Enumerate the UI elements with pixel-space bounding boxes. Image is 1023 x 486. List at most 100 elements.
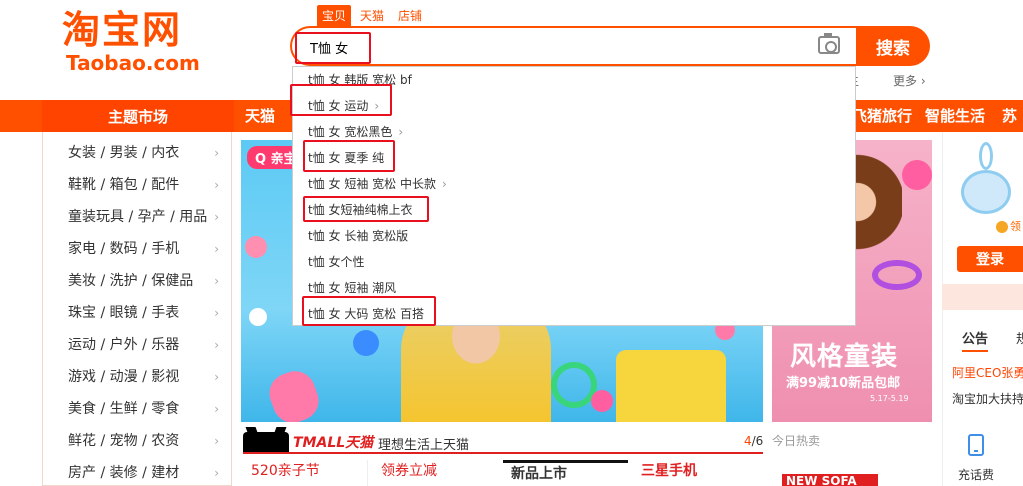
recharge-link[interactable]: 充话费 xyxy=(958,466,994,483)
category-label: 女装 / 男装 / 内衣 xyxy=(68,145,180,161)
chevron-right-icon: › xyxy=(214,242,219,256)
nav-tmall[interactable]: 天猫 xyxy=(245,100,275,132)
suggestion-item[interactable]: t恤 女 短袖 宽松 中长款 › xyxy=(293,171,855,197)
phone-icon[interactable] xyxy=(968,434,984,456)
nav-suning[interactable]: 苏宁 xyxy=(1002,100,1023,157)
search-tabs: 宝贝 天猫 店铺 xyxy=(317,5,431,27)
nav-smart-life[interactable]: 智能生活 xyxy=(925,100,985,132)
suggestion-item[interactable]: t恤 女 宽松黑色 › xyxy=(293,119,855,145)
right-banner-subtitle: 满99减10新品包邮 xyxy=(786,376,901,391)
category-item[interactable]: 美妆 / 洗护 / 保健品 › xyxy=(43,265,231,297)
nav-theme-market[interactable]: 主题市场 xyxy=(42,100,234,132)
category-label: 家电 / 数码 / 手机 xyxy=(68,241,180,257)
category-item[interactable]: 珠宝 / 眼镜 / 手表 › xyxy=(43,297,231,329)
hot-today-label: 今日热卖 xyxy=(772,434,821,448)
suggestion-text: t恤 女 长袖 宽松版 xyxy=(308,229,409,243)
suggestion-item[interactable]: t恤 女 短袖 潮风 xyxy=(293,275,855,301)
coin-icon xyxy=(996,221,1008,233)
search-suggestions: t恤 女 韩版 宽松 bf t恤 女 运动 › t恤 女 宽松黑色 › t恤 女 夏… xyxy=(292,66,856,326)
chevron-right-icon: › xyxy=(398,125,404,139)
chevron-right-icon: › xyxy=(441,177,447,191)
mascot-antenna xyxy=(979,142,993,170)
tab-shop[interactable]: 店铺 xyxy=(393,5,427,27)
tab-tmall[interactable]: 天猫 xyxy=(355,5,389,27)
category-label: 运动 / 户外 / 乐器 xyxy=(68,337,180,353)
right-banner-title: 风格童装 xyxy=(790,342,899,372)
category-item[interactable]: 家电 / 数码 / 手机 › xyxy=(43,233,231,265)
chevron-right-icon: › xyxy=(214,402,219,416)
category-label: 鲜花 / 宠物 / 农资 xyxy=(68,433,180,449)
suggestion-text: t恤 女短袖纯棉上衣 xyxy=(308,203,413,217)
suggestion-item[interactable]: t恤 女 夏季 纯 xyxy=(293,145,855,171)
promo-item[interactable]: 520亲子节 xyxy=(243,460,368,486)
suggestion-text: t恤 女 夏季 纯 xyxy=(308,151,385,165)
chevron-right-icon: › xyxy=(214,274,219,288)
suggestion-item[interactable]: t恤 女短袖纯棉上衣 xyxy=(293,197,855,223)
tmall-logo-text: TMALL天猫 xyxy=(293,435,374,451)
coin-link[interactable]: 领 xyxy=(996,218,1021,234)
chevron-right-icon: › xyxy=(214,210,219,224)
promo-item[interactable]: 新品上市 xyxy=(503,460,628,486)
category-item[interactable]: 鲜花 / 宠物 / 农资 › xyxy=(43,425,231,457)
logo-en: Taobao.com xyxy=(66,51,200,75)
tab-rules[interactable]: 规 xyxy=(1016,328,1023,347)
pager-total: /6 xyxy=(751,434,764,448)
category-item[interactable]: 游戏 / 动漫 / 影视 › xyxy=(43,361,231,393)
notice-link[interactable]: 阿里CEO张勇 xyxy=(952,364,1023,381)
user-panel-strip xyxy=(942,284,1023,310)
decor-ball xyxy=(245,236,267,258)
more-link-label: 更多 xyxy=(893,74,918,88)
category-item[interactable]: 房产 / 装修 / 建材 › xyxy=(43,457,231,486)
category-item[interactable]: 童装玩具 / 孕产 / 用品 › xyxy=(43,201,231,233)
category-sidebar: 女装 / 男装 / 内衣 › 鞋靴 / 箱包 / 配件 › 童装玩具 / 孕产 / … xyxy=(42,132,232,486)
category-label: 童装玩具 / 孕产 / 用品 xyxy=(68,209,208,225)
suggestion-item[interactable]: t恤 女 韩版 宽松 bf xyxy=(293,67,855,93)
suggestion-text: t恤 女 大码 宽松 百搭 xyxy=(308,307,424,321)
suggestion-item[interactable]: t恤 女 长袖 宽松版 xyxy=(293,223,855,249)
suggestion-text: t恤 女 运动 xyxy=(308,99,369,113)
suggestion-item[interactable]: t恤 女个性 xyxy=(293,249,855,275)
tmall-pager: 4/6 xyxy=(744,434,763,448)
category-label: 房产 / 装修 / 建材 xyxy=(68,465,180,481)
right-banner-date: 5.17-5.19 xyxy=(870,394,909,403)
category-label: 美食 / 生鲜 / 零食 xyxy=(68,401,180,417)
suggestion-item[interactable]: t恤 女 运动 › xyxy=(293,93,855,119)
category-label: 珠宝 / 眼镜 / 手表 xyxy=(68,305,180,321)
more-link[interactable]: 更多 › xyxy=(893,72,926,89)
taobao-logo[interactable]: 淘宝网 Taobao.com xyxy=(62,8,212,76)
tmall-divider xyxy=(243,452,763,454)
camera-icon[interactable] xyxy=(818,33,840,54)
chevron-right-icon: › xyxy=(920,74,926,88)
tab-baobei[interactable]: 宝贝 xyxy=(317,5,352,27)
tab-notice[interactable]: 公告 xyxy=(962,328,989,352)
decor-ball xyxy=(353,330,379,356)
nav-fliggy[interactable]: 飞猪旅行 xyxy=(852,100,912,132)
notice-link[interactable]: 淘宝加大扶持 xyxy=(952,390,1023,407)
chevron-right-icon: › xyxy=(214,178,219,192)
category-label: 鞋靴 / 箱包 / 配件 xyxy=(68,177,180,193)
login-button[interactable]: 登录 xyxy=(957,246,1023,272)
category-label: 游戏 / 动漫 / 影视 xyxy=(68,369,180,385)
category-item[interactable]: 美食 / 生鲜 / 零食 › xyxy=(43,393,231,425)
coin-text: 领 xyxy=(1010,220,1021,233)
suggestion-item[interactable]: t恤 女 大码 宽松 百搭 xyxy=(293,301,855,327)
logo-cn: 淘宝网 xyxy=(62,8,183,52)
tmall-slogan: 理想生活上天猫 xyxy=(378,438,470,453)
chevron-right-icon: › xyxy=(214,434,219,448)
suggestion-text: t恤 女个性 xyxy=(308,255,365,269)
chevron-right-icon: › xyxy=(214,146,219,160)
banner-shirt-image xyxy=(616,350,726,422)
search-button[interactable]: 搜索 xyxy=(856,26,930,66)
decor-ball xyxy=(902,160,932,190)
tmall-logo[interactable]: TMALL天猫 xyxy=(243,432,373,452)
promo-item[interactable]: 领券立减 xyxy=(373,460,498,486)
mascot-head xyxy=(961,170,1011,214)
search-input[interactable]: T恤 女 xyxy=(290,26,856,66)
suggestion-text: t恤 女 短袖 潮风 xyxy=(308,281,397,295)
chevron-right-icon: › xyxy=(214,370,219,384)
promo-item[interactable]: 三星手机 xyxy=(633,460,761,486)
category-item[interactable]: 鞋靴 / 箱包 / 配件 › xyxy=(43,169,231,201)
category-item[interactable]: 运动 / 户外 / 乐器 › xyxy=(43,329,231,361)
category-item[interactable]: 女装 / 男装 / 内衣 › xyxy=(43,137,231,169)
new-sofa-banner[interactable]: NEW SOFA xyxy=(782,474,878,486)
